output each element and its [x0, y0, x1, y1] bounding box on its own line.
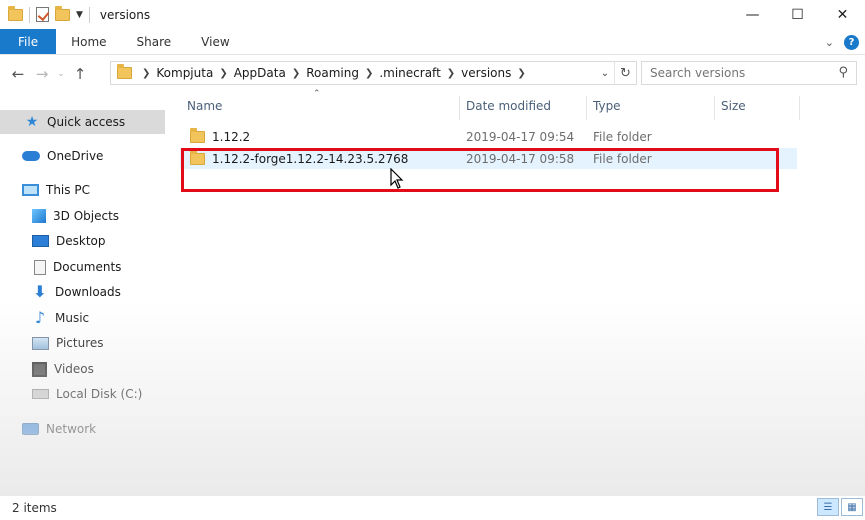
help-icon[interactable]: ?: [844, 34, 859, 50]
column-header-size[interactable]: Size: [721, 92, 746, 120]
close-button[interactable]: ✕: [820, 0, 865, 29]
sidebar-item-3d-objects[interactable]: 3D Objects: [0, 204, 119, 228]
file-row[interactable]: 1.12.2 2019-04-17 09:54 File folder: [180, 126, 797, 147]
column-header-date[interactable]: Date modified: [466, 92, 551, 120]
mouse-cursor-icon: [390, 168, 404, 189]
sidebar-item-desktop[interactable]: Desktop: [0, 229, 106, 253]
pc-icon: [22, 184, 39, 196]
column-header-type[interactable]: Type: [593, 92, 621, 120]
star-icon: ★: [25, 114, 39, 130]
column-divider[interactable]: [714, 96, 715, 120]
sidebar-item-music[interactable]: ♪ Music: [0, 306, 89, 330]
forward-button[interactable]: →: [30, 62, 54, 86]
column-header-name[interactable]: Name: [187, 92, 222, 120]
sidebar-item-label: OneDrive: [47, 149, 104, 163]
properties-icon[interactable]: [36, 7, 49, 22]
sidebar-item-onedrive[interactable]: OneDrive: [0, 144, 103, 168]
download-icon: ⬇: [33, 282, 47, 301]
status-bar: 2 items ☰ ▦: [0, 496, 865, 520]
column-divider[interactable]: [459, 96, 460, 120]
folder-icon: [190, 127, 205, 143]
navigation-bar: ← → ⌄ ↑ ❯ Kompjuta ❯ AppData ❯ Roaming ❯…: [0, 56, 865, 91]
breadcrumb-roaming[interactable]: Roaming: [306, 66, 359, 80]
breadcrumb-versions[interactable]: versions: [461, 66, 511, 80]
recent-locations-icon[interactable]: ⌄: [54, 62, 68, 86]
sidebar-item-this-pc[interactable]: This PC: [0, 178, 90, 202]
navigation-pane: ★ Quick access OneDrive This PC 3D Objec…: [0, 92, 168, 492]
chevron-right-icon[interactable]: ❯: [517, 68, 525, 79]
window-title: versions: [99, 7, 151, 22]
title-bar: ▼ versions — ☐ ✕: [0, 0, 865, 29]
sidebar-item-label: This PC: [46, 183, 90, 197]
expand-ribbon-icon[interactable]: ⌄: [825, 36, 834, 49]
search-input[interactable]: [650, 66, 830, 80]
customize-toolbar-icon[interactable]: ▼: [76, 10, 83, 20]
new-folder-icon[interactable]: [55, 5, 70, 21]
ribbon: File Home Share View ⌄ ?: [0, 29, 865, 55]
cube-icon: [32, 209, 46, 223]
sidebar-item-local-disk[interactable]: Local Disk (C:): [0, 382, 142, 406]
divider: [29, 6, 30, 23]
search-box[interactable]: ⚲: [641, 61, 857, 85]
sidebar-item-label: Pictures: [56, 336, 104, 350]
video-icon: [32, 361, 47, 377]
large-icons-view-button[interactable]: ▦: [841, 498, 863, 516]
document-icon: [34, 259, 46, 275]
sidebar-item-label: Music: [55, 311, 90, 325]
tab-home[interactable]: Home: [56, 29, 121, 54]
folder-icon: [117, 64, 132, 79]
details-view-button[interactable]: ☰: [817, 498, 839, 516]
sidebar-item-label: Quick access: [47, 115, 126, 129]
folder-icon: [8, 5, 23, 21]
music-icon: ♪: [34, 308, 46, 327]
refresh-icon[interactable]: ↻: [614, 62, 636, 84]
file-date: 2019-04-17 09:54: [466, 129, 575, 144]
up-button[interactable]: ↑: [68, 62, 92, 86]
breadcrumb-kompjuta[interactable]: Kompjuta: [156, 66, 213, 80]
sort-ascending-icon: ⌃: [313, 89, 321, 99]
highlight-annotation: [181, 148, 779, 192]
tab-view[interactable]: View: [186, 29, 244, 54]
column-divider[interactable]: [799, 96, 800, 120]
sidebar-item-label: Local Disk (C:): [56, 387, 143, 401]
chevron-right-icon[interactable]: ❯: [365, 68, 373, 79]
disk-icon: [32, 389, 49, 399]
tab-file[interactable]: File: [0, 29, 57, 54]
chevron-down-icon[interactable]: ⌄: [596, 68, 614, 79]
tab-share[interactable]: Share: [122, 29, 187, 54]
sidebar-item-videos[interactable]: Videos: [0, 357, 94, 381]
chevron-right-icon[interactable]: ❯: [447, 68, 455, 79]
file-type: File folder: [593, 129, 652, 144]
sidebar-item-label: Videos: [54, 362, 94, 376]
sidebar-item-network[interactable]: Network: [0, 417, 96, 441]
divider: [88, 6, 90, 23]
back-button[interactable]: ←: [6, 62, 30, 86]
chevron-right-icon[interactable]: ❯: [219, 68, 227, 79]
sidebar-item-label: Desktop: [56, 234, 106, 248]
breadcrumb-appdata[interactable]: AppData: [234, 66, 286, 80]
sidebar-item-label: Documents: [53, 260, 122, 274]
sidebar-item-label: Downloads: [55, 285, 121, 299]
chevron-right-icon[interactable]: ❯: [292, 68, 300, 79]
sidebar-item-pictures[interactable]: Pictures: [0, 331, 104, 355]
sidebar-item-quick-access[interactable]: ★ Quick access: [0, 110, 165, 134]
sidebar-item-documents[interactable]: Documents: [0, 255, 121, 279]
cloud-icon: [22, 151, 40, 161]
network-icon: [22, 423, 39, 435]
pictures-icon: [32, 336, 49, 350]
column-divider[interactable]: [586, 96, 587, 120]
address-bar[interactable]: ❯ Kompjuta ❯ AppData ❯ Roaming ❯ .minecr…: [110, 61, 637, 85]
file-name: 1.12.2: [212, 129, 251, 144]
maximize-button[interactable]: ☐: [775, 0, 820, 29]
minimize-button[interactable]: —: [730, 0, 775, 29]
chevron-right-icon[interactable]: ❯: [142, 68, 150, 79]
sidebar-item-downloads[interactable]: ⬇ Downloads: [0, 280, 121, 304]
search-icon: ⚲: [838, 65, 848, 80]
desktop-icon: [32, 235, 49, 247]
sidebar-item-label: Network: [46, 422, 97, 436]
item-count: 2 items: [12, 501, 57, 515]
breadcrumb-minecraft[interactable]: .minecraft: [379, 66, 440, 80]
sidebar-item-label: 3D Objects: [53, 209, 120, 223]
